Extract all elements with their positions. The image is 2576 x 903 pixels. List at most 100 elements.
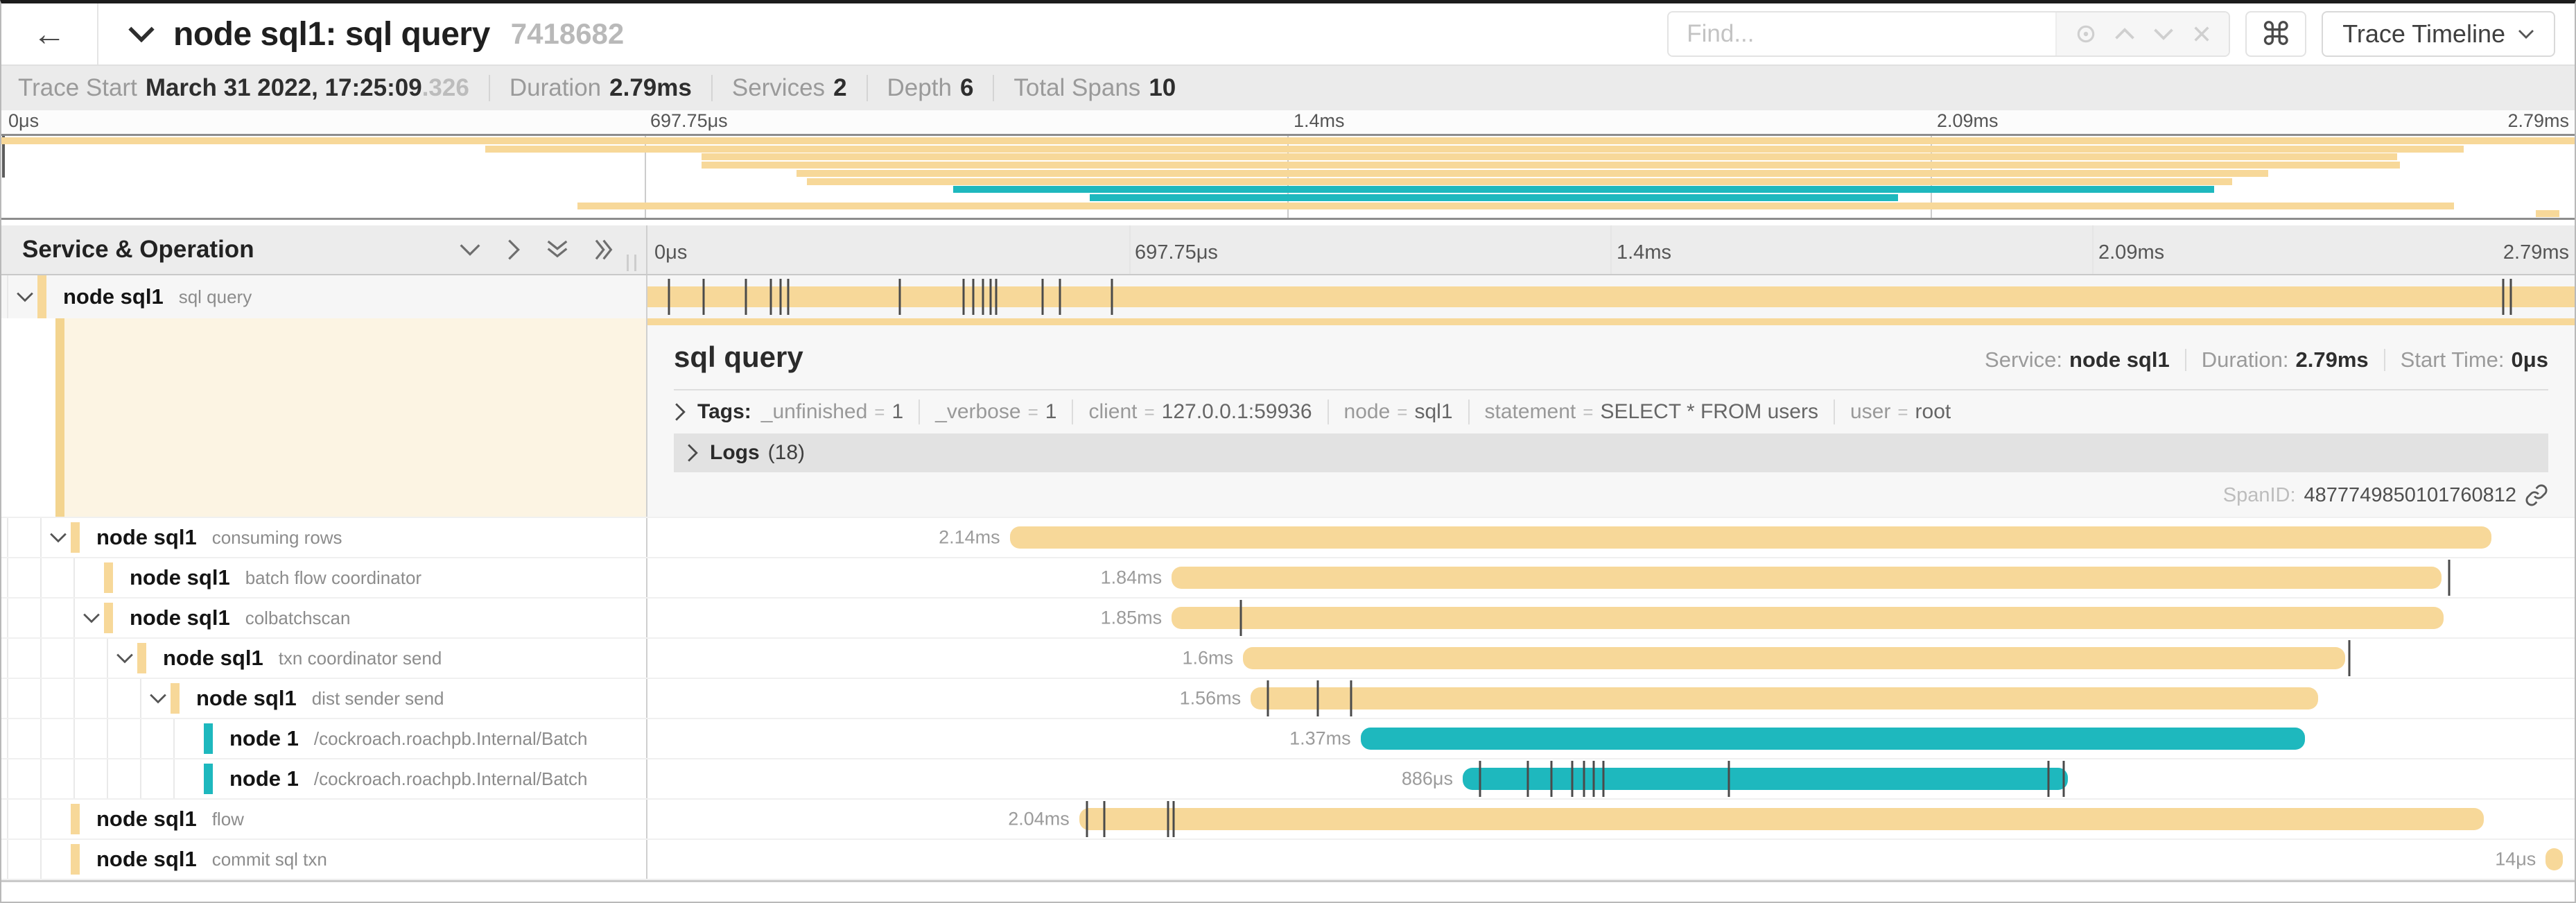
trace-start-label: Trace Start	[18, 74, 137, 102]
spacer	[1, 220, 2575, 225]
collapse-all-chevron-down-icon[interactable]	[459, 242, 481, 257]
service-name: node sql1	[96, 807, 197, 832]
span-row[interactable]: node sql1 flow 2.04ms	[1, 800, 2575, 840]
span-tree-item[interactable]: node 1 /cockroach.roachpb.Internal/Batch	[1, 719, 647, 758]
find-input[interactable]	[1669, 12, 2055, 55]
span-bar[interactable]	[1243, 647, 2345, 669]
span-bar-cell[interactable]: 1.6ms	[647, 639, 2575, 678]
divider	[1468, 399, 1470, 424]
span-bar-cell[interactable]: 1.56ms	[647, 679, 2575, 718]
service-name: node sql1	[196, 686, 297, 711]
expand-collapse-controls	[459, 239, 616, 261]
span-tree-item[interactable]: node sql1 sql query	[1, 275, 647, 318]
expand-chevron-icon[interactable]	[12, 291, 37, 302]
span-bar-cell[interactable]: 1.85ms	[647, 599, 2575, 637]
indent-guide	[40, 840, 42, 879]
expand-chevron-icon[interactable]	[79, 612, 104, 624]
prev-match-icon[interactable]	[2114, 26, 2135, 42]
operation-name: txn coordinator send	[279, 648, 442, 669]
span-detail-row: sql query Service:node sql1 Duration:2.7…	[1, 318, 2575, 518]
span-row[interactable]: node 1 /cockroach.roachpb.Internal/Batch…	[1, 719, 2575, 759]
service-color-bar	[71, 804, 80, 834]
indent-guide	[73, 719, 75, 758]
span-row[interactable]: node sql1 commit sql txn 14μs	[1, 840, 2575, 880]
span-duration-label: 1.37ms	[1289, 728, 1351, 750]
span-tree-item[interactable]: node sql1 consuming rows	[1, 518, 647, 557]
minimap-span-bar	[2536, 210, 2559, 217]
collapse-all-double-chevron-right-icon[interactable]	[593, 239, 616, 261]
span-bar[interactable]	[1010, 526, 2492, 549]
logs-toggle-row[interactable]: Logs (18)	[674, 433, 2548, 472]
indent-guide	[40, 558, 42, 597]
expand-chevron-icon[interactable]	[112, 653, 137, 664]
tags-toggle-row[interactable]: Tags: _unfinished=1_verbose=1client=127.…	[674, 390, 2548, 433]
span-bar[interactable]	[647, 286, 2575, 307]
span-row[interactable]: node sql1 dist sender send 1.56ms	[1, 679, 2575, 719]
span-tree-item[interactable]: node sql1 colbatchscan	[1, 599, 647, 637]
tag-item: node=sql1	[1344, 400, 1453, 424]
span-bar-cell[interactable]: 1.37ms	[647, 719, 2575, 758]
expand-all-double-chevron-down-icon[interactable]	[546, 239, 568, 261]
service-operation-title: Service & Operation	[22, 236, 254, 264]
log-marker-tick	[1550, 761, 1552, 797]
span-bar[interactable]	[1172, 607, 2444, 629]
indent-guide	[40, 599, 42, 637]
match-locate-icon[interactable]	[2075, 23, 2097, 45]
expand-chevron-icon[interactable]	[146, 693, 171, 704]
span-bar-cell[interactable]	[647, 275, 2575, 318]
span-bar-cell[interactable]: 2.14ms	[647, 518, 2575, 557]
span-row[interactable]: node sql1 batch flow coordinator 1.84ms	[1, 558, 2575, 599]
span-duration-label: 1.84ms	[1101, 567, 1163, 589]
span-row[interactable]: node sql1 txn coordinator send 1.6ms	[1, 639, 2575, 679]
trace-summary-bar: Trace Start March 31 2022, 17:25:09.326 …	[1, 64, 2575, 110]
span-tree-item[interactable]: node 1 /cockroach.roachpb.Internal/Batch	[1, 759, 647, 798]
span-tree-item[interactable]: node sql1 batch flow coordinator	[1, 558, 647, 597]
column-resize-grip[interactable]	[627, 255, 636, 271]
expand-chevron-icon[interactable]	[46, 532, 71, 543]
log-marker-tick	[745, 279, 747, 315]
clear-find-icon[interactable]	[2192, 24, 2211, 44]
span-bar[interactable]	[1251, 687, 2318, 710]
indent-guide	[7, 800, 8, 839]
span-tree-item[interactable]: node sql1 flow	[1, 800, 647, 839]
duration-value: 2.79ms	[2296, 347, 2369, 372]
back-button[interactable]: ←	[1, 3, 98, 64]
span-bar[interactable]	[1079, 808, 2484, 830]
copy-link-icon[interactable]	[2525, 483, 2548, 507]
keyboard-shortcuts-button[interactable]: ⌘	[2245, 11, 2306, 57]
span-row[interactable]: node sql1 consuming rows 2.14ms	[1, 518, 2575, 558]
ruler-tick-label: 0μs	[654, 241, 687, 264]
minimap-span-bar	[1, 137, 2575, 144]
service-color-bar	[171, 683, 180, 714]
timeline-minimap[interactable]	[1, 134, 2575, 220]
span-bar-cell[interactable]: 886μs	[647, 759, 2575, 798]
span-bar-cell[interactable]: 2.04ms	[647, 800, 2575, 839]
span-detail-title: sql query	[674, 341, 803, 374]
indent-guide	[73, 639, 75, 678]
span-row[interactable]: node sql1 sql query	[1, 275, 2575, 318]
view-selector-button[interactable]: Trace Timeline	[2322, 11, 2555, 57]
span-bar-cell[interactable]: 1.84ms	[647, 558, 2575, 597]
log-marker-tick	[972, 279, 974, 315]
indent-guide	[40, 679, 42, 718]
span-bar[interactable]	[1361, 728, 2305, 750]
span-bar-cell[interactable]: 14μs	[647, 840, 2575, 879]
span-bar[interactable]	[2545, 848, 2563, 870]
span-bar[interactable]	[1172, 567, 2442, 589]
trace-start-value: March 31 2022, 17:25:09	[146, 74, 422, 102]
collapse-trace-chevron-icon[interactable]	[128, 26, 155, 42]
collapse-one-chevron-right-icon[interactable]	[506, 239, 521, 261]
span-tree-item[interactable]: node sql1 commit sql txn	[1, 840, 647, 879]
span-tree-item[interactable]: node sql1 txn coordinator send	[1, 639, 647, 678]
span-bar[interactable]	[1463, 768, 2068, 790]
span-row[interactable]: node 1 /cockroach.roachpb.Internal/Batch…	[1, 759, 2575, 800]
service-name: node sql1	[130, 565, 230, 590]
span-id-value: 4877749850101760812	[2304, 484, 2516, 507]
indent-guide	[140, 679, 141, 718]
indent-guide	[7, 639, 8, 678]
minimap-ruler: 0μs697.75μs1.4ms2.09ms2.79ms	[1, 110, 2575, 134]
span-tree-item[interactable]: node sql1 dist sender send	[1, 679, 647, 718]
span-row[interactable]: node sql1 colbatchscan 1.85ms	[1, 599, 2575, 639]
next-match-icon[interactable]	[2153, 26, 2174, 42]
indent-guide	[107, 719, 108, 758]
